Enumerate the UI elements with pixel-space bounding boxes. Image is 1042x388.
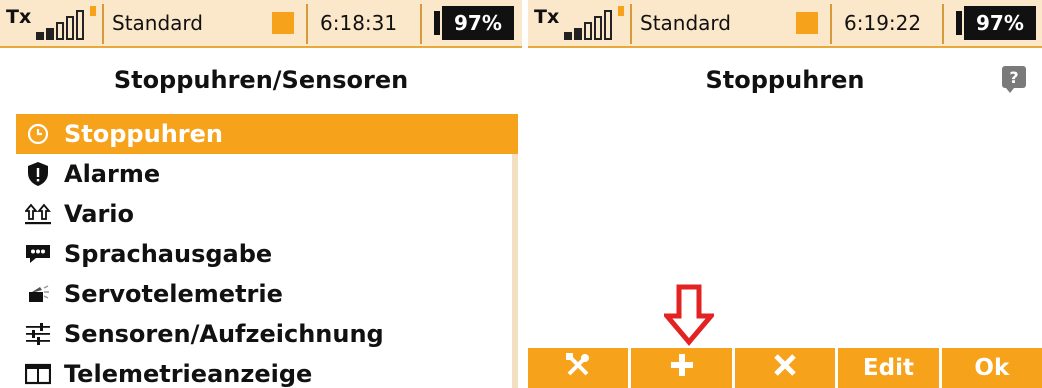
clock-time: 6:18:31 bbox=[320, 11, 398, 35]
menu-item-vario[interactable]: Vario bbox=[16, 194, 512, 234]
vario-arrows-icon bbox=[24, 200, 52, 228]
menu-item-label: Telemetrieanzeige bbox=[64, 360, 313, 388]
sliders-icon bbox=[24, 320, 52, 348]
model-name: Standard bbox=[112, 11, 203, 35]
page-title: Stoppuhren bbox=[705, 66, 865, 94]
menu-item-label: Stoppuhren bbox=[64, 120, 223, 148]
tx-signal: Tx bbox=[6, 0, 96, 46]
status-square-icon bbox=[272, 12, 294, 34]
status-square-icon bbox=[796, 12, 818, 34]
tx-signal: Tx bbox=[534, 0, 624, 46]
menu-scrollbar[interactable] bbox=[512, 114, 518, 388]
clock-icon bbox=[24, 120, 52, 148]
status-bar: Tx Standard 6:18:31 97% bbox=[0, 0, 522, 48]
plus-icon bbox=[670, 353, 694, 383]
menu-item-stoppuhren[interactable]: Stoppuhren bbox=[16, 114, 512, 154]
menu-item-label: Alarme bbox=[64, 160, 161, 188]
menu-item-label: Sprachausgabe bbox=[64, 240, 273, 268]
battery-icon bbox=[956, 11, 962, 35]
delete-button[interactable] bbox=[734, 348, 839, 388]
menu-item-sensoren-aufzeichnung[interactable]: Sensoren/Aufzeichnung bbox=[16, 314, 512, 354]
tools-icon bbox=[565, 352, 591, 384]
add-button[interactable] bbox=[631, 348, 735, 388]
speech-bubble-icon bbox=[24, 240, 52, 268]
bottom-toolbar: Edit Ok bbox=[528, 348, 1042, 388]
left-screen: Tx Standard 6:18:31 97% Stoppuhren/Senso… bbox=[0, 0, 522, 388]
menu-item-label: Servotelemetrie bbox=[64, 280, 283, 308]
menu-item-servotelemetrie[interactable]: Servotelemetrie bbox=[16, 274, 512, 314]
page-title: Stoppuhren/Sensoren bbox=[113, 66, 409, 94]
signal-bars-icon bbox=[36, 8, 94, 40]
menu-item-telemetrieanzeige[interactable]: Telemetrieanzeige bbox=[16, 354, 512, 388]
menu-list: Stoppuhren Alarme Vario Sprachausgabe Se… bbox=[16, 114, 512, 388]
servo-icon bbox=[24, 280, 52, 308]
scrollbar-thumb[interactable] bbox=[512, 114, 518, 154]
clock-time: 6:19:22 bbox=[844, 11, 922, 35]
menu-item-label: Vario bbox=[64, 200, 135, 228]
status-bar: Tx Standard 6:19:22 97% bbox=[528, 0, 1042, 48]
tx-indicator-icon bbox=[618, 6, 624, 16]
red-arrow-down-icon bbox=[664, 284, 714, 346]
right-screen: Tx Standard 6:19:22 97% Stoppuhren ? Edi… bbox=[528, 0, 1042, 388]
tx-label: Tx bbox=[534, 6, 560, 28]
tx-label: Tx bbox=[6, 6, 32, 28]
battery-level: 97% bbox=[442, 6, 514, 40]
battery-level: 97% bbox=[964, 6, 1036, 40]
tools-button[interactable] bbox=[528, 348, 632, 388]
ok-button[interactable]: Ok bbox=[941, 348, 1042, 388]
close-icon bbox=[773, 353, 797, 383]
display-icon bbox=[24, 360, 52, 388]
tx-indicator-icon bbox=[90, 6, 96, 16]
signal-bars-icon bbox=[564, 8, 622, 40]
help-icon[interactable]: ? bbox=[1002, 66, 1026, 93]
menu-item-sprachausgabe[interactable]: Sprachausgabe bbox=[16, 234, 512, 274]
edit-button[interactable]: Edit bbox=[838, 348, 942, 388]
menu-item-alarme[interactable]: Alarme bbox=[16, 154, 512, 194]
menu-item-label: Sensoren/Aufzeichnung bbox=[64, 320, 384, 348]
shield-alert-icon bbox=[24, 160, 52, 188]
model-name: Standard bbox=[640, 11, 731, 35]
battery-icon bbox=[434, 11, 440, 35]
